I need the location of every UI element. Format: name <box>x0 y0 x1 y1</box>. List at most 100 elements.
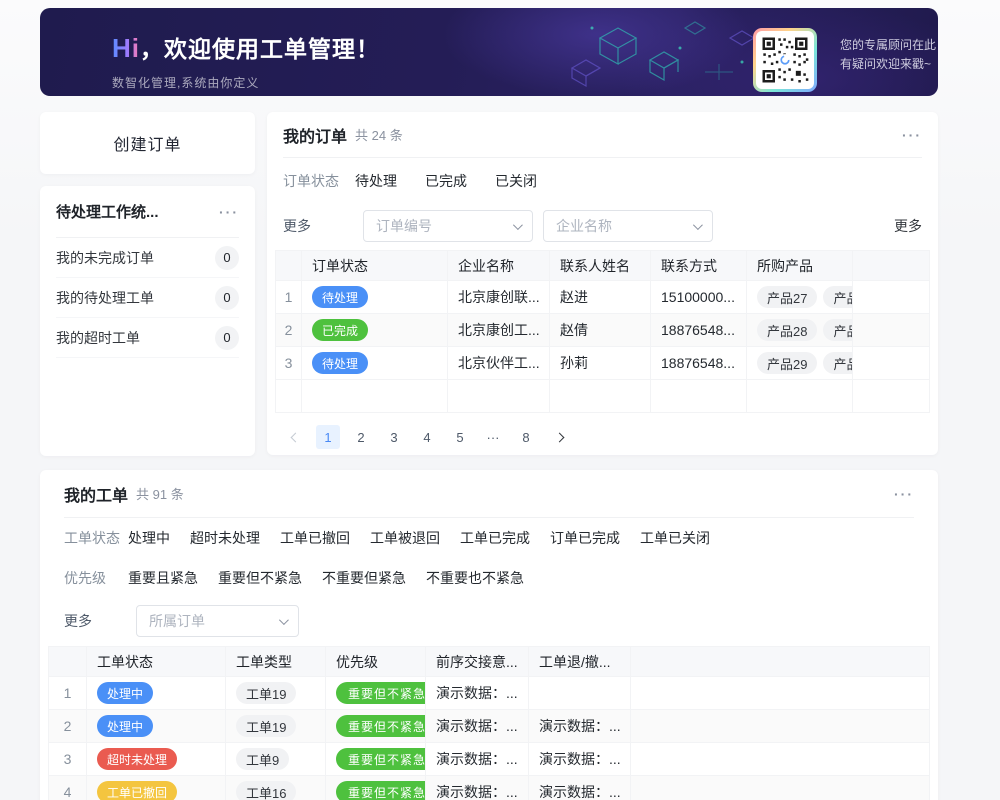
next-page-button[interactable] <box>547 425 571 449</box>
tickets-count: 共 91 条 <box>136 484 184 503</box>
banner-subtitle: 数智化管理,系统由你定义 <box>112 74 380 91</box>
ticket-type-cell: 工单16 <box>226 776 326 800</box>
ticket-type-tag: 工单19 <box>236 682 296 704</box>
page-number[interactable]: 2 <box>349 425 373 449</box>
ticket-priority-option[interactable]: 不重要但紧急 <box>322 568 406 588</box>
row-index: 3 <box>49 743 87 776</box>
column-header <box>631 647 930 677</box>
page-number[interactable]: ··· <box>481 425 505 449</box>
ticket-status-option[interactable]: 工单已撤回 <box>280 528 350 548</box>
ticket-priority-option[interactable]: 不重要也不紧急 <box>426 568 524 588</box>
more-actions-icon[interactable]: ··· <box>894 487 914 501</box>
phone-cell: 18876548... <box>651 347 747 380</box>
order-table-row[interactable]: 2 已完成 北京康创工... 赵倩 18876548... 产品28产品 <box>276 314 930 347</box>
phone-cell: 15100000... <box>651 281 747 314</box>
banner-decoration <box>480 8 780 96</box>
ticket-status-option[interactable]: 超时未处理 <box>190 528 260 548</box>
ticket-status-option[interactable]: 工单已完成 <box>460 528 530 548</box>
contact-cell: 赵进 <box>550 281 651 314</box>
ticket-status-option[interactable]: 工单被退回 <box>370 528 440 548</box>
stat-count-badge: 0 <box>215 326 239 350</box>
column-header: 企业名称 <box>448 251 550 281</box>
handover-cell: 演示数据：... <box>426 776 529 800</box>
page-number[interactable]: 8 <box>514 425 538 449</box>
orders-more-link[interactable]: 更多 <box>894 216 922 236</box>
orders-more-filters: 更多 订单编号 企业名称 更多 <box>283 204 922 248</box>
page-number[interactable]: 5 <box>448 425 472 449</box>
priority-cell: 重要但不紧急 <box>326 710 426 743</box>
more-actions-icon[interactable]: ··· <box>902 128 922 142</box>
ticket-status-badge: 超时未处理 <box>97 748 177 770</box>
order-status-option[interactable]: 待处理 <box>355 171 397 191</box>
chevron-left-icon <box>290 432 300 442</box>
parent-order-select[interactable]: 所属订单 <box>136 605 299 637</box>
order-status-option[interactable]: 已完成 <box>425 171 467 191</box>
orders-count: 共 24 条 <box>355 125 403 144</box>
contact-cell: 赵倩 <box>550 314 651 347</box>
ticket-type-cell: 工单9 <box>226 743 326 776</box>
row-index: 4 <box>49 776 87 800</box>
company-cell: 北京康创联... <box>448 281 550 314</box>
column-header: 联系人姓名 <box>550 251 651 281</box>
order-number-select[interactable]: 订单编号 <box>363 210 533 242</box>
stat-list-item[interactable]: 我的未完成订单 0 <box>56 238 239 278</box>
ticket-table-row[interactable]: 4 工单已撤回 工单16 重要但不紧急 演示数据：... 演示数据：... <box>49 776 930 800</box>
row-index: 1 <box>49 677 87 710</box>
ticket-priority-option[interactable]: 重要且紧急 <box>128 568 198 588</box>
contact-cell: 孙莉 <box>550 347 651 380</box>
row-index: 2 <box>49 710 87 743</box>
refund-cell: 演示数据：... <box>529 743 631 776</box>
page-number[interactable]: 3 <box>382 425 406 449</box>
empty-cell <box>853 281 930 314</box>
empty-cell <box>631 677 930 710</box>
ticket-table-row[interactable]: 2 处理中 工单19 重要但不紧急 演示数据：... 演示数据：... <box>49 710 930 743</box>
ticket-status-option[interactable]: 处理中 <box>128 528 170 548</box>
ticket-table-row[interactable]: 3 超时未处理 工单9 重要但不紧急 演示数据：... 演示数据：... <box>49 743 930 776</box>
chevron-down-icon <box>513 220 523 230</box>
order-table-row[interactable]: 1 待处理 北京康创联... 赵进 15100000... 产品27产品 <box>276 281 930 314</box>
orders-table-header-row: 订单状态企业名称联系人姓名联系方式所购产品 <box>276 251 930 281</box>
order-status-badge: 待处理 <box>312 286 368 308</box>
more-actions-icon[interactable]: ··· <box>219 205 239 219</box>
product-tag: 产品 <box>823 352 852 374</box>
empty-table-row <box>276 380 930 413</box>
orders-table: 订单状态企业名称联系人姓名联系方式所购产品 1 待处理 北京康创联... 赵进 … <box>275 250 930 413</box>
refund-cell <box>529 677 631 710</box>
column-header: 优先级 <box>326 647 426 677</box>
page-number[interactable]: 4 <box>415 425 439 449</box>
page-number[interactable]: 1 <box>316 425 340 449</box>
filter-label: 订单状态 <box>283 171 355 191</box>
priority-cell: 重要但不紧急 <box>326 743 426 776</box>
prev-page-button[interactable] <box>283 425 307 449</box>
stat-list-item[interactable]: 我的超时工单 0 <box>56 318 239 358</box>
ticket-priority-filter: 优先级 重要且紧急 重要但不紧急 不重要但紧急 不重要也不紧急 <box>64 558 914 598</box>
order-table-row[interactable]: 3 待处理 北京伙伴工... 孙莉 18876548... 产品29产品 <box>276 347 930 380</box>
ticket-status-option[interactable]: 工单已关闭 <box>640 528 710 548</box>
products-cell: 产品29 产品 <box>747 347 853 380</box>
handover-cell: 演示数据：... <box>426 743 529 776</box>
create-order-button[interactable]: 创建订单 <box>40 112 255 174</box>
filter-label: 工单状态 <box>64 528 128 548</box>
ticket-priority-option[interactable]: 重要但不紧急 <box>218 568 302 588</box>
stat-count-badge: 0 <box>215 286 239 310</box>
banner-title: Hi，欢迎使用工单管理！ <box>112 30 380 64</box>
order-status-option[interactable]: 已关闭 <box>495 171 537 191</box>
refund-cell: 演示数据：... <box>529 710 631 743</box>
column-header: 工单退/撤... <box>529 647 631 677</box>
handover-cell: 演示数据：... <box>426 710 529 743</box>
tickets-more-filters: 更多 所属订单 <box>64 598 914 644</box>
order-number-placeholder: 订单编号 <box>376 216 432 236</box>
handover-cell: 演示数据：... <box>426 677 529 710</box>
column-header: 工单类型 <box>226 647 326 677</box>
orders-pagination: 1 2 3 4 5 ··· 8 <box>283 414 922 460</box>
company-name-select[interactable]: 企业名称 <box>543 210 713 242</box>
product-tag: 产品29 <box>757 352 817 374</box>
order-status-badge: 待处理 <box>312 352 368 374</box>
priority-tag: 重要但不紧急 <box>336 715 426 737</box>
ticket-status-option[interactable]: 订单已完成 <box>550 528 620 548</box>
stat-list-item[interactable]: 我的待处理工单 0 <box>56 278 239 318</box>
ticket-table-row[interactable]: 1 处理中 工单19 重要但不紧急 演示数据：... <box>49 677 930 710</box>
ticket-type-tag: 工单9 <box>236 748 289 770</box>
ticket-type-tag: 工单19 <box>236 715 296 737</box>
empty-cell <box>853 347 930 380</box>
